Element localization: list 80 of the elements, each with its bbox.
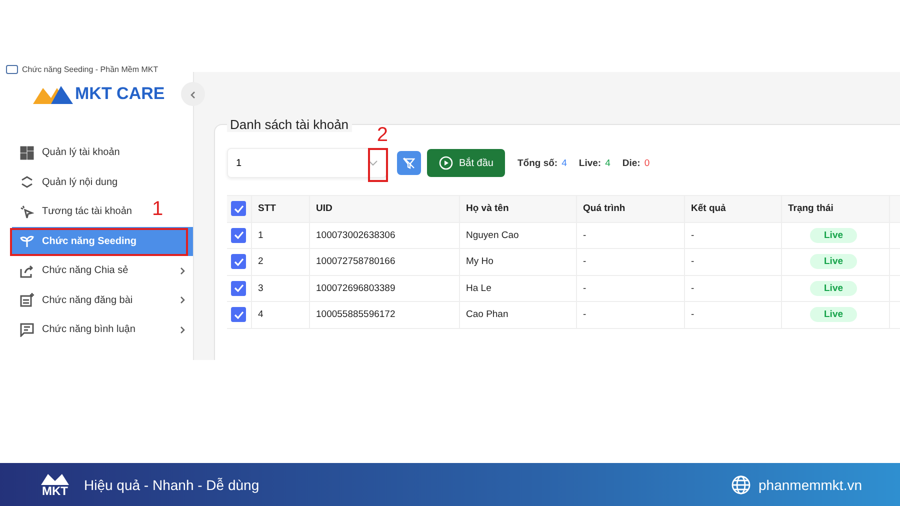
- chevron-left-icon: [190, 90, 196, 98]
- table-cell: Nguyen Cao: [466, 230, 519, 241]
- stat-label: Live:: [578, 158, 602, 168]
- table-cell: -: [691, 309, 694, 320]
- filter-off-icon: [403, 157, 415, 169]
- stat-value: 0: [644, 158, 650, 168]
- slogan-text: Hiệu quả - Nhanh - Dễ dùng: [84, 476, 260, 492]
- stat-value: 4: [605, 158, 610, 168]
- stat-label: Tổng số:: [517, 158, 558, 168]
- footer-logo: MKT: [40, 472, 70, 496]
- sidebar-item[interactable]: Quản lý nội dung: [0, 168, 124, 197]
- post-icon: [20, 293, 34, 308]
- logo-text: MKT CARE: [75, 84, 165, 104]
- check-icon: [234, 310, 244, 319]
- click-icon: [20, 204, 34, 219]
- comment-icon: [20, 322, 34, 337]
- table-cell: 3: [258, 282, 264, 294]
- share-icon: [20, 264, 34, 278]
- annotation-number: 2: [376, 124, 388, 147]
- check-icon: [234, 204, 244, 213]
- table-cell: 100073002638306: [316, 230, 396, 241]
- check-icon: [234, 258, 244, 266]
- status-badge: Live: [810, 307, 858, 322]
- check-icon: [234, 284, 244, 292]
- table-cell: -: [691, 256, 694, 268]
- table-cell: 2: [258, 256, 264, 268]
- chevron-icon: [180, 326, 185, 334]
- column-header: Kết quả: [691, 203, 726, 214]
- row-checkbox[interactable]: [231, 280, 246, 296]
- table-cell: 100072758780166: [316, 256, 396, 268]
- row-checkbox[interactable]: [231, 307, 246, 322]
- table-cell: 100072696803389: [316, 282, 396, 294]
- column-header: Quá trình: [583, 203, 626, 214]
- logo-icon: [33, 84, 73, 104]
- table-cell: 100055885596172: [316, 309, 396, 320]
- chevron-icon: [180, 296, 185, 304]
- sidebar-item[interactable]: Chức năng đăng bài: [0, 286, 193, 315]
- status-badge: Live: [810, 254, 858, 270]
- table-cell: 1: [258, 230, 264, 241]
- grid-icon: [20, 146, 34, 160]
- table-cell: -: [583, 230, 586, 241]
- sidebar-item[interactable]: Quản lý tài khoản: [0, 138, 126, 168]
- sprout-icon: [20, 234, 34, 248]
- stat-label: Die:: [622, 158, 640, 168]
- table-cell: Cao Phan: [466, 309, 508, 320]
- status-badge: Live: [810, 228, 858, 243]
- column-header: UID: [316, 203, 332, 214]
- table-cell: 4: [258, 309, 264, 320]
- sidebar-item[interactable]: Chức năng bình luận: [0, 315, 193, 344]
- start-button[interactable]: Bắt đầu: [427, 149, 506, 177]
- row-checkbox[interactable]: [231, 254, 246, 270]
- table-cell: Ha Le: [466, 282, 492, 294]
- table-cell: -: [691, 230, 694, 241]
- window-title: Chức năng Seeding - Phần Mềm MKT: [22, 66, 158, 72]
- caret-icon: [368, 160, 378, 166]
- table-cell: -: [583, 256, 586, 268]
- annotation-box: [368, 148, 388, 182]
- check-icon: [234, 231, 244, 240]
- column-header: Họ và tên: [466, 203, 509, 214]
- select-all-checkbox[interactable]: [231, 201, 246, 216]
- table-cell: My Ho: [466, 256, 494, 268]
- sidebar-item[interactable]: Tương tác tài khoản: [0, 197, 138, 226]
- globe-icon: [730, 474, 751, 494]
- stat-value: 4: [562, 158, 567, 168]
- row-checkbox[interactable]: [231, 228, 246, 243]
- filter-off-button[interactable]: [397, 151, 421, 175]
- table-cell: -: [691, 282, 694, 294]
- column-header: STT: [258, 203, 276, 214]
- column-header: Trạng thái: [788, 203, 834, 214]
- browser-tab-icon: [6, 65, 18, 74]
- status-badge: Live: [810, 280, 858, 296]
- table-cell: -: [583, 309, 586, 320]
- panel-title: Danh sách tài khoản: [227, 117, 352, 132]
- annotation-number: 1: [152, 198, 164, 220]
- sidebar-item[interactable]: Chức năng Chia sẻ: [0, 256, 193, 286]
- table-cell: -: [583, 282, 586, 294]
- website-text: phanmemmkt.vn: [758, 476, 862, 492]
- play-icon: [439, 156, 453, 170]
- chevron-icon: [180, 266, 185, 275]
- swap-icon: [20, 175, 34, 190]
